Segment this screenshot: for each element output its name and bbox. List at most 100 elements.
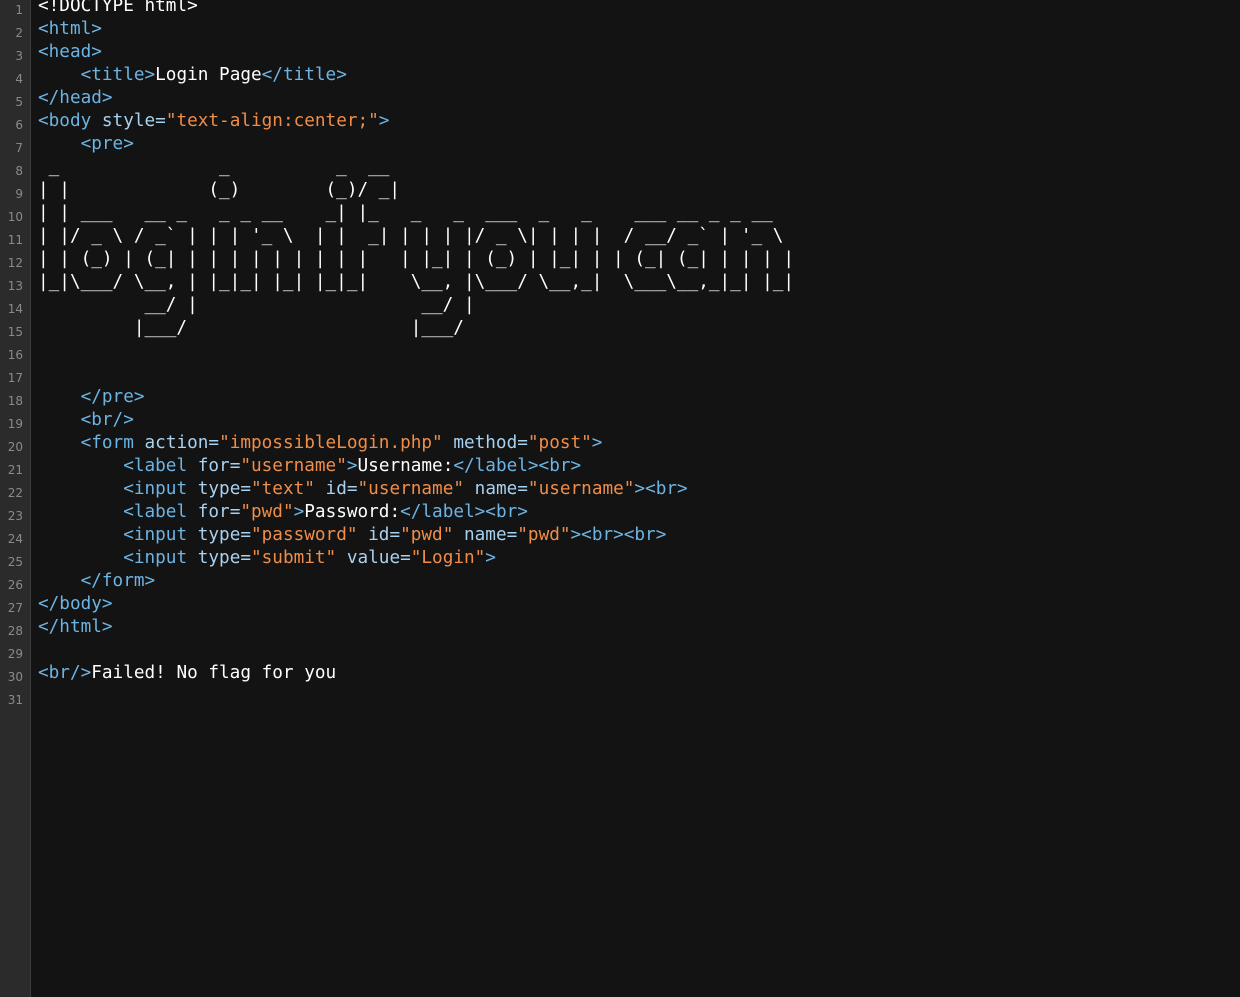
token-tag: </head> xyxy=(38,88,113,108)
code-line: 6 <body style="text-align:center;"> xyxy=(0,110,1240,133)
token-tag: </form> xyxy=(80,571,156,591)
line-source: __/ | __/ | xyxy=(38,294,474,317)
token-str: "password" xyxy=(251,525,358,545)
token-attr: type= xyxy=(197,479,251,499)
token-attr: type= xyxy=(197,525,251,545)
token-txt: | | (_) (_)/ _| xyxy=(38,180,401,200)
token-tag: <br/> xyxy=(80,410,134,430)
token-str: "username" xyxy=(527,479,635,499)
token-str: "username" xyxy=(240,456,347,476)
token-str: "pwd" xyxy=(400,525,454,545)
code-line: 13 |_|\___/ \__, | |_|_| |_| |_|_| \__, |… xyxy=(0,271,1240,294)
line-source: | | (_) (_)/ _| xyxy=(38,179,400,202)
line-source: <input type="password" id="pwd" name="pw… xyxy=(38,524,666,547)
token-tag: <input xyxy=(123,548,198,568)
token-attr: value= xyxy=(336,548,411,568)
code-line: 8 _ _ _ __ xyxy=(0,156,1240,179)
token-tag: > xyxy=(346,456,358,476)
line-source: <html> xyxy=(38,18,102,41)
token-tag: </pre> xyxy=(80,387,145,407)
code-line: 28 </html> xyxy=(0,616,1240,639)
token-tag: ><br> xyxy=(634,479,688,499)
code-line: 24 <input type="password" id="pwd" name=… xyxy=(0,524,1240,547)
code-line: 4 <title>Login Page</title> xyxy=(0,64,1240,87)
token-str: "submit" xyxy=(251,548,337,568)
code-line: 3 <head> xyxy=(0,41,1240,64)
token-attr: name= xyxy=(453,525,518,545)
token-txt: Username: xyxy=(357,456,454,476)
token-attr: id= xyxy=(314,479,358,499)
token-txt: Failed! No flag for you xyxy=(91,663,337,683)
token-tag: ><br><br> xyxy=(570,525,667,545)
code-line: 7 <pre> xyxy=(0,133,1240,156)
token-str: "pwd" xyxy=(240,502,294,522)
line-source: | | (_) | (_| | | | | | | | | | | |_| | … xyxy=(38,248,794,271)
token-tag: <br/> xyxy=(38,663,92,683)
token-str: "text-align:center;" xyxy=(165,111,379,131)
line-source: </head> xyxy=(38,87,113,110)
line-source: | | ___ __ _ _ _ __ _| |_ _ _ ___ _ _ __… xyxy=(38,202,773,225)
line-source: <pre> xyxy=(38,133,134,156)
code-line: 15 |___/ |___/ xyxy=(0,317,1240,340)
code-line: 30 <br/>Failed! No flag for you xyxy=(0,662,1240,685)
token-txt: Login Page xyxy=(155,65,262,85)
token-txt: _ _ _ __ xyxy=(38,157,390,177)
code-line: 9 | | (_) (_)/ _| xyxy=(0,179,1240,202)
code-line: 25 <input type="submit" value="Login"> xyxy=(0,547,1240,570)
token-tag: <label xyxy=(123,502,198,522)
token-tag: <input xyxy=(123,479,198,499)
line-source: <body style="text-align:center;"> xyxy=(38,110,389,133)
code-line: 12 | | (_) | (_| | | | | | | | | | | |_| … xyxy=(0,248,1240,271)
code-line: 31 xyxy=(0,685,1240,708)
code-line: 17 xyxy=(0,363,1240,386)
token-attr: type= xyxy=(197,548,251,568)
code-line: 29 xyxy=(0,639,1240,662)
token-tag: </label><br> xyxy=(453,456,582,476)
token-tag: </label><br> xyxy=(400,502,528,522)
token-tag: </title> xyxy=(261,65,347,85)
token-tag: <form xyxy=(80,433,145,453)
token-tag: <body xyxy=(38,111,102,131)
token-tag: <html> xyxy=(38,19,102,39)
code-line: 11 | |/ _ \ / _` | | | '_ \ | | _| | | | … xyxy=(0,225,1240,248)
token-str: "username" xyxy=(357,479,465,499)
token-txt: | | (_) | (_| | | | | | | | | | | |_| | … xyxy=(38,249,795,269)
line-source: |_|\___/ \__, | |_|_| |_| |_|_| \__, |\_… xyxy=(38,271,794,294)
source-code-area[interactable]: 1 <!DOCTYPE html> 2 <html> 3 <head> 4 <title>L… xyxy=(0,0,1240,708)
token-txt: | |/ _ \ / _` | | | '_ \ | | _| | | | |/… xyxy=(38,226,784,246)
token-txt: |_|\___/ \__, | |_|_| |_| |_|_| \__, |\_… xyxy=(38,272,795,292)
line-source: <input type="submit" value="Login"> xyxy=(38,547,496,570)
token-tag: </html> xyxy=(38,617,113,637)
token-txt: Password: xyxy=(304,502,401,522)
source-viewer: 1 <!DOCTYPE html> 2 <html> 3 <head> 4 <title>L… xyxy=(0,0,1240,997)
line-source: <br/> xyxy=(38,409,134,432)
token-tag: <title> xyxy=(80,65,156,85)
line-source: </pre> xyxy=(38,386,145,409)
code-line: 18 </pre> xyxy=(0,386,1240,409)
token-attr: for= xyxy=(197,456,241,476)
line-source: <input type="text" id="username" name="u… xyxy=(38,478,688,501)
code-line: 5 </head> xyxy=(0,87,1240,110)
token-tag: <label xyxy=(123,456,198,476)
token-attr: style= xyxy=(101,111,166,131)
token-tag: > xyxy=(591,433,603,453)
line-source: </body> xyxy=(38,593,113,616)
line-source: <form action="impossibleLogin.php" metho… xyxy=(38,432,603,455)
token-attr: for= xyxy=(197,502,241,522)
code-line: 23 <label for="pwd">Password:</label><br… xyxy=(0,501,1240,524)
code-line: 19 <br/> xyxy=(0,409,1240,432)
token-attr: method= xyxy=(442,433,528,453)
token-str: "text" xyxy=(251,479,315,499)
line-source: <title>Login Page</title> xyxy=(38,64,347,87)
line-source: |___/ |___/ xyxy=(38,317,464,340)
token-attr: action= xyxy=(144,433,220,453)
